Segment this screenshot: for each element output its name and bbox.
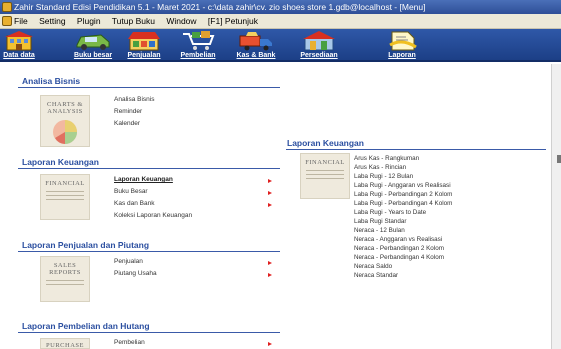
report-item[interactable]: Arus Kas - Rincian [354,164,406,171]
link-reminder[interactable]: Reminder [114,108,142,115]
section-divider [18,168,280,169]
thumbnail-caption: SALES REPORTS [49,262,81,276]
thumbnail-line [306,178,344,179]
submenu-financial-thumbnail[interactable]: FINANCIAL [300,153,350,199]
arrow-right-icon [268,203,272,207]
report-item[interactable]: Arus Kas - Rangkuman [354,155,419,162]
toolbar-label: Pembelian [180,52,216,59]
thumbnail-caption: CHARTS & ANALYSIS [47,101,83,115]
link-buku-besar[interactable]: Buku Besar [114,188,148,195]
thumbnail-caption: FINANCIAL [45,180,85,187]
financial-thumbnail[interactable]: FINANCIAL [40,174,90,220]
link-koleksi-laporan-keuangan[interactable]: Koleksi Laporan Keuangan [114,212,192,219]
thumbnail-line [46,284,84,285]
toolbar-label: Penjualan [127,52,161,59]
link-pembelian[interactable]: Pembelian [114,339,145,346]
toolbar-label: Kas & Bank [236,52,276,59]
menu-file[interactable]: File [14,16,28,26]
section-laporan-keuangan-title: Laporan Keuangan [22,157,99,167]
toolbar-label: Buku besar [73,52,113,59]
report-item[interactable]: Neraca - Perbandingan 4 Kolom [354,254,444,261]
thumbnail-caption: PURCHASE [46,342,84,349]
car-icon [73,30,113,51]
right-scroll-strip[interactable] [551,64,561,349]
arrow-right-icon [268,179,272,183]
document-icon [386,30,418,51]
menu-setting[interactable]: Setting [39,16,65,26]
submenu-laporan-keuangan-title: Laporan Keuangan [287,138,364,148]
purchase-thumbnail[interactable]: PURCHASE [40,338,90,349]
scroll-marker [557,155,561,163]
thumbnail-line [46,199,84,200]
link-analisa-bisnis[interactable]: Analisa Bisnis [114,96,154,103]
toolbar-kas-bank-button[interactable]: Kas & Bank [234,30,278,61]
menu-plugin[interactable]: Plugin [77,16,101,26]
report-item[interactable]: Neraca Saldo [354,263,392,270]
toolbar-label: Laporan [388,52,416,59]
arrow-right-icon [268,273,272,277]
thumbnail-caption: FINANCIAL [305,159,345,166]
app-icon [2,2,12,12]
toolbar-laporan-button[interactable]: Laporan [382,30,422,61]
thumbnail-line [46,280,84,281]
report-item[interactable]: Laba Rugi - Perbandingan 2 Kolom [354,191,452,198]
pie-chart-icon [53,120,77,144]
truck-icon [238,30,274,51]
report-item[interactable]: Neraca Standar [354,272,398,279]
toolbar-data-data-button[interactable]: Data data [2,30,36,61]
thumbnail-line [46,191,84,192]
link-penjualan[interactable]: Penjualan [114,258,143,265]
toolbar-buku-besar-button[interactable]: Buku besar [70,30,116,61]
menu-petunjuk[interactable]: [F1] Petunjuk [208,16,258,26]
thumbnail-line [306,170,344,171]
window-title: Zahir Standard Edisi Pendidikan 5.1 - Ma… [14,2,426,12]
arrow-right-icon [268,261,272,265]
link-laporan-keuangan[interactable]: Laporan Keuangan [114,176,173,183]
app-menu-icon[interactable] [2,16,12,26]
report-item[interactable]: Laba Rugi - 12 Bulan [354,173,413,180]
thumbnail-line [306,174,344,175]
link-piutang-usaha[interactable]: Piutang Usaha [114,270,157,277]
section-divider [286,149,546,150]
main-toolbar: Data data Buku besar Penjualan Pembelian… [0,29,561,62]
toolbar-label: Persediaan [300,52,338,59]
toolbar-pembelian-button[interactable]: Pembelian [176,30,220,61]
section-pembelian-hutang-title: Laporan Pembelian dan Hutang [22,321,150,331]
menu-tutup-buku[interactable]: Tutup Buku [112,16,155,26]
report-item[interactable]: Laba Rugi - Years to Date [354,209,426,216]
window-titlebar: Zahir Standard Edisi Pendidikan 5.1 - Ma… [0,0,561,14]
section-divider [18,251,280,252]
thumbnail-line [46,195,84,196]
charts-analysis-thumbnail[interactable]: CHARTS & ANALYSIS [40,95,90,147]
section-divider [18,87,280,88]
report-item[interactable]: Neraca - 12 Bulan [354,227,405,234]
report-item[interactable]: Neraca - Perbandingan 2 Kolom [354,245,444,252]
sales-reports-thumbnail[interactable]: SALES REPORTS [40,256,90,302]
link-kas-dan-bank[interactable]: Kas dan Bank [114,200,154,207]
warehouse-icon [302,30,336,51]
report-item[interactable]: Laba Rugi Standar [354,218,407,225]
section-analisa-bisnis-title: Analisa Bisnis [22,76,81,86]
section-divider [18,332,280,333]
toolbar-persediaan-button[interactable]: Persediaan [296,30,342,61]
report-item[interactable]: Laba Rugi - Anggaran vs Realisasi [354,182,451,189]
arrow-right-icon [268,191,272,195]
cart-icon [180,30,216,51]
report-item[interactable]: Neraca - Anggaran vs Realisasi [354,236,442,243]
report-item[interactable]: Laba Rugi - Perbandingan 4 Kolom [354,200,452,207]
toolbar-label: Data data [3,52,35,59]
section-penjualan-piutang-title: Laporan Penjualan dan Piutang [22,240,150,250]
building-icon [4,30,34,51]
menu-window[interactable]: Window [166,16,196,26]
toolbar-penjualan-button[interactable]: Penjualan [124,30,164,61]
link-kalender[interactable]: Kalender [114,120,140,127]
menu-bar: File Setting Plugin Tutup Buku Window [F… [0,14,561,29]
shop-icon [127,30,161,51]
arrow-right-icon [268,342,272,346]
